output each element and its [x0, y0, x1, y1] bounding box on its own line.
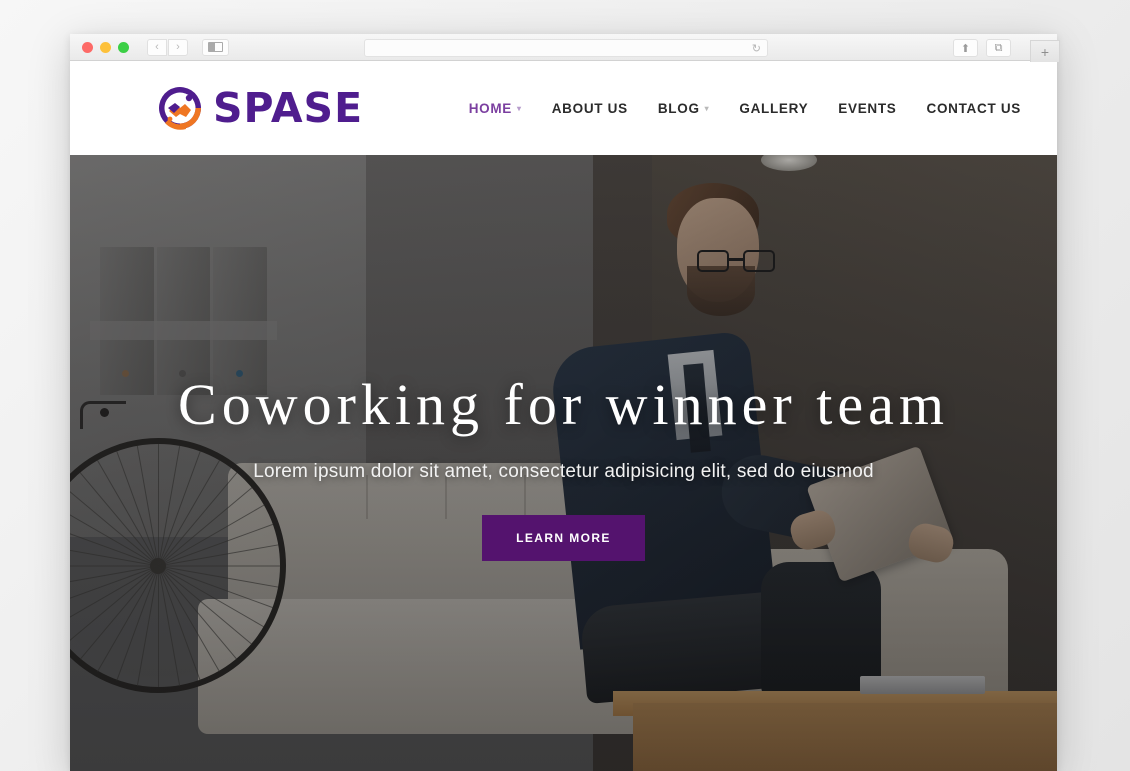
chevron-down-icon: ▾: [517, 103, 522, 113]
browser-titlebar: ‹ › ↻ ⬆ ⧉ +: [70, 34, 1060, 62]
share-icon[interactable]: ⬆: [953, 39, 978, 57]
brand-logo[interactable]: SPASE: [156, 84, 363, 132]
sidebar-icon: [208, 42, 223, 52]
nav-label-about-us: ABOUT US: [551, 100, 628, 116]
site-header: SPASE HOME ▾ ABOUT US BLOG ▾ GALLERY EVE…: [70, 61, 1057, 155]
nav-label-home: HOME: [468, 100, 513, 116]
window-controls: [82, 41, 129, 53]
nav-label-gallery: GALLERY: [739, 100, 809, 116]
reload-icon[interactable]: ↻: [752, 42, 761, 55]
minimize-window-button[interactable]: [100, 41, 111, 53]
nav-item-events[interactable]: EVENTS: [838, 101, 896, 116]
nav-label-blog: BLOG: [657, 100, 700, 116]
handshake-logo-icon: [159, 87, 201, 130]
back-button[interactable]: ‹: [147, 38, 167, 56]
forward-button[interactable]: ›: [168, 38, 188, 56]
nav-item-home[interactable]: HOME ▾: [469, 101, 522, 116]
brand-name: SPASE: [213, 84, 364, 132]
zoom-window-button[interactable]: [118, 41, 129, 53]
nav-label-contact-us: CONTACT US: [926, 100, 1021, 116]
main-navigation: HOME ▾ ABOUT US BLOG ▾ GALLERY EVENTS CO…: [469, 101, 1029, 116]
nav-item-about-us[interactable]: ABOUT US: [552, 101, 628, 116]
hero-title: Coworking for winner team: [178, 372, 949, 437]
navigation-buttons: ‹ ›: [147, 38, 188, 56]
browser-window: ‹ › ↻ ⬆ ⧉ + SPASE HOME ▾ ABOUT US BLOG ▾…: [70, 34, 1060, 771]
chevron-down-icon: ▾: [704, 103, 710, 113]
hero-section: Coworking for winner team Lorem ipsum do…: [70, 155, 1057, 771]
nav-item-contact-us[interactable]: CONTACT US: [927, 101, 1022, 116]
toolbar-right-actions: ⬆ ⧉: [953, 39, 1011, 57]
nav-item-gallery[interactable]: GALLERY: [739, 101, 808, 116]
sidebar-toggle-button[interactable]: [202, 38, 229, 56]
close-window-button[interactable]: [82, 41, 93, 53]
hero-content: Coworking for winner team Lorem ipsum do…: [70, 155, 1057, 771]
learn-more-button[interactable]: LEARN MORE: [482, 515, 645, 561]
nav-label-events: EVENTS: [838, 100, 897, 116]
nav-item-blog[interactable]: BLOG ▾: [658, 101, 710, 116]
new-tab-button[interactable]: +: [1030, 40, 1060, 62]
address-bar[interactable]: ↻: [364, 39, 768, 57]
tabs-overview-icon[interactable]: ⧉: [986, 39, 1011, 57]
hero-subtitle: Lorem ipsum dolor sit amet, consectetur …: [253, 461, 874, 482]
